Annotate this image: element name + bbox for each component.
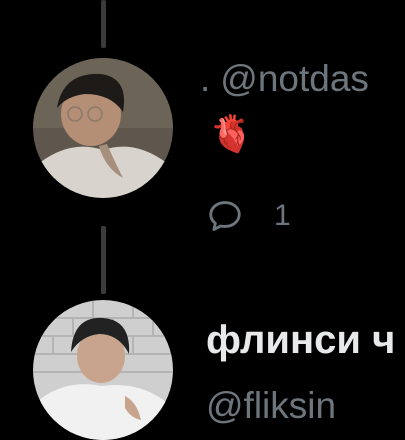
avatar[interactable] bbox=[33, 300, 173, 440]
avatar[interactable] bbox=[33, 58, 173, 198]
reply-bubble-icon bbox=[209, 201, 241, 231]
thread-connector-middle bbox=[101, 226, 106, 294]
reply-button[interactable]: 1 bbox=[206, 196, 291, 236]
anatomical-heart-emoji: 🫀 bbox=[209, 113, 254, 154]
handle-prefix: . bbox=[200, 58, 211, 99]
display-name[interactable]: флинси ч bbox=[206, 318, 395, 363]
reply-count: 1 bbox=[274, 199, 291, 232]
tweet-handle[interactable]: @fliksin bbox=[206, 385, 336, 427]
tweet-handle[interactable]: . @notdas bbox=[200, 58, 369, 100]
handle-text: @notdas bbox=[220, 58, 369, 99]
thread-connector-top bbox=[101, 0, 106, 48]
